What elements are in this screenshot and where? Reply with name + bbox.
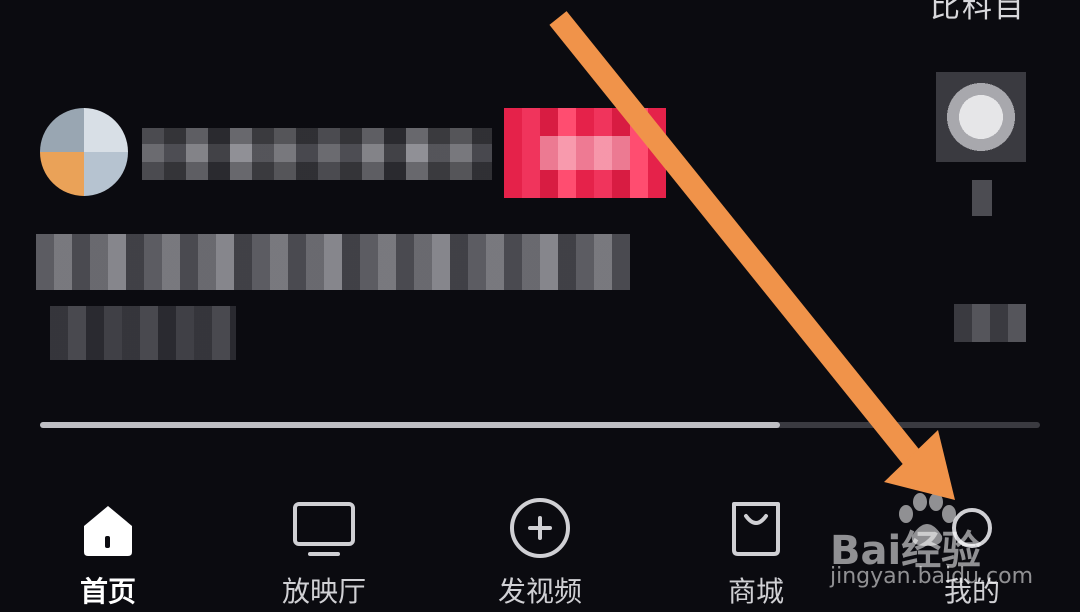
- video-progress-fill: [40, 422, 780, 428]
- nav-label-mall: 商城: [727, 575, 784, 608]
- bottom-nav: 首页 放映厅 发视频 商城 我的: [0, 480, 1080, 612]
- video-screen: 比科目 首页 放映厅 发视频 商城 我的 Bai经验 jingyan.baidu…: [0, 0, 1080, 612]
- follow-button-pixelated[interactable]: [504, 108, 666, 198]
- nav-item-post-video[interactable]: 发视频: [460, 480, 620, 612]
- shopping-bag-icon: [732, 502, 780, 556]
- profile-icon: [952, 508, 992, 548]
- side-count-pixelated: [954, 304, 1026, 342]
- video-description-pixelated: [36, 234, 630, 290]
- video-description-line2-pixelated: [50, 306, 236, 360]
- home-icon: [84, 506, 132, 556]
- side-action-pixelated[interactable]: [972, 180, 992, 216]
- nav-item-mall[interactable]: 商城: [676, 480, 836, 612]
- author-avatar[interactable]: [40, 108, 128, 196]
- nav-item-home[interactable]: 首页: [28, 480, 188, 612]
- nav-label-home: 首页: [79, 575, 136, 608]
- tv-icon: [293, 502, 355, 556]
- status-text: 比科目: [930, 0, 1026, 25]
- nav-label-post-video: 发视频: [497, 575, 582, 608]
- like-icon-pixelated[interactable]: [936, 72, 1026, 162]
- nav-label-me: 我的: [943, 575, 1000, 608]
- nav-label-theater: 放映厅: [281, 575, 366, 608]
- nav-item-theater[interactable]: 放映厅: [244, 480, 404, 612]
- nav-item-me[interactable]: 我的: [892, 480, 1052, 612]
- author-name-pixelated[interactable]: [142, 128, 492, 180]
- video-progress-bar[interactable]: [40, 422, 1040, 428]
- plus-circle-icon: [510, 498, 570, 558]
